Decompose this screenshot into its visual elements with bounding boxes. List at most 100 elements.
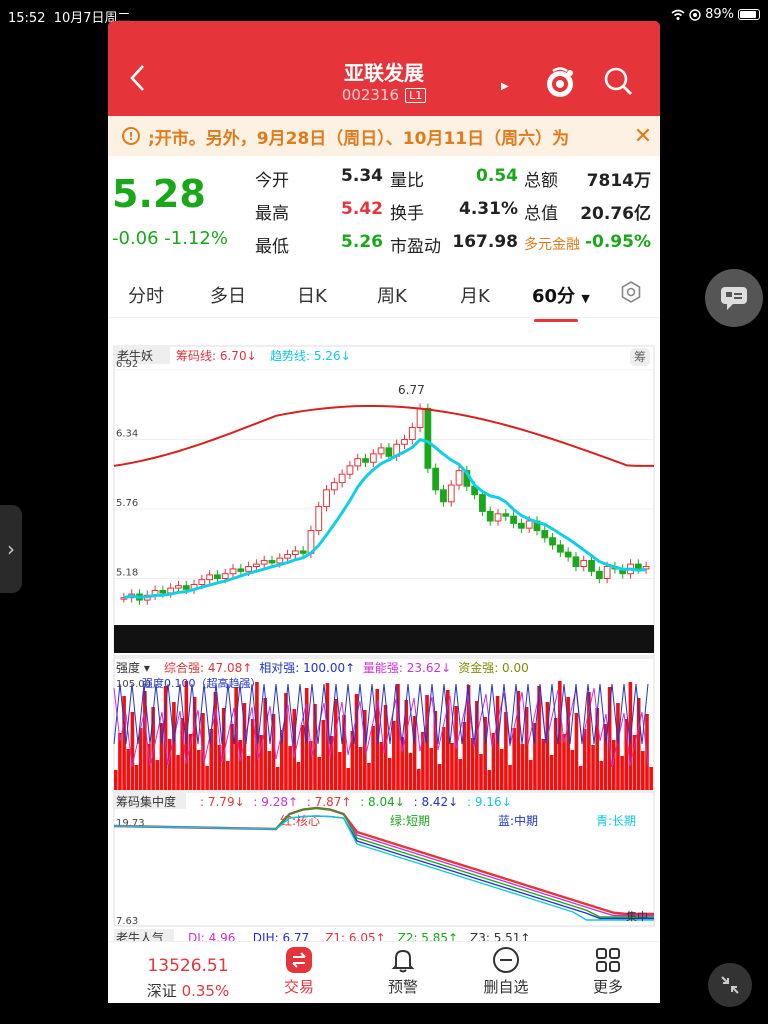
tab-weekly-k[interactable]: 周K bbox=[377, 282, 407, 308]
play-triangle-icon[interactable]: ▶ bbox=[501, 81, 509, 92]
candle-body bbox=[408, 427, 416, 441]
kline-chart[interactable]: 老牛妖 筹码线: 6.70↓ 趋势线: 5.26↓ 筹6.926.345.765.18… bbox=[108, 318, 660, 958]
candle-body bbox=[159, 589, 167, 594]
strength-bar bbox=[338, 752, 342, 790]
candle-body bbox=[198, 579, 206, 585]
strength-bar bbox=[582, 729, 587, 790]
battery-icon bbox=[738, 9, 760, 20]
strength-bar bbox=[151, 707, 155, 790]
tab-multi-day[interactable]: 多日 bbox=[210, 282, 246, 308]
header: 亚联发展 002316 L1 ▶ bbox=[108, 21, 660, 116]
strength-bar bbox=[520, 744, 525, 790]
strength-bar bbox=[421, 732, 425, 790]
robot-assistant-icon[interactable] bbox=[543, 65, 577, 99]
candle-body bbox=[634, 563, 642, 570]
candle-body bbox=[416, 407, 424, 429]
candle-body bbox=[455, 470, 463, 486]
quote-value: 4.31% bbox=[459, 199, 518, 219]
y-tick-label: 7.63 bbox=[116, 916, 138, 927]
info-icon: ! bbox=[122, 127, 140, 145]
nav-alert[interactable]: 预警 bbox=[363, 946, 443, 997]
minus-circle-icon bbox=[493, 947, 519, 973]
nav-more[interactable]: 更多 bbox=[568, 946, 648, 997]
strength-bar bbox=[155, 760, 160, 790]
y-tick-label: 6.34 bbox=[116, 429, 138, 440]
index-name-change: 深证 0.35% bbox=[146, 982, 230, 1000]
legend-text: : 7.87↑ bbox=[307, 795, 352, 809]
strength-bar bbox=[176, 755, 180, 790]
strength-bar bbox=[379, 742, 384, 790]
candle-body bbox=[525, 520, 533, 529]
tab-intraday[interactable]: 分时 bbox=[128, 282, 164, 308]
quote-label: 今开 bbox=[255, 171, 289, 191]
strength-bar bbox=[541, 739, 546, 790]
strength-bar bbox=[197, 750, 201, 790]
index-value: 13526.51 bbox=[147, 956, 229, 976]
index-quote[interactable]: 13526.51 深证 0.35% bbox=[128, 956, 248, 1001]
strength-bar bbox=[574, 713, 579, 790]
main-panel-frame bbox=[113, 345, 655, 657]
stock-code: 002316 bbox=[341, 86, 400, 104]
price-change: -0.06 -1.12% bbox=[112, 228, 228, 249]
strength-bar bbox=[529, 760, 533, 790]
strength-bar bbox=[130, 712, 135, 790]
candle-body bbox=[440, 489, 447, 503]
collapse-window-icon[interactable] bbox=[708, 963, 752, 1007]
strength-bar bbox=[512, 728, 516, 790]
strength-bar bbox=[118, 733, 122, 790]
candle-body bbox=[276, 557, 284, 564]
candle-body bbox=[549, 537, 556, 546]
battery-percent: 89% bbox=[705, 7, 734, 22]
search-icon[interactable] bbox=[602, 65, 634, 97]
quote-label: 换手 bbox=[390, 204, 424, 224]
strength-bar bbox=[317, 757, 321, 790]
quote-label: 总额 bbox=[524, 171, 558, 191]
quote-value: 0.54 bbox=[476, 166, 518, 186]
candle-body bbox=[245, 566, 253, 572]
candle-body bbox=[369, 453, 377, 463]
quote-panel: 5.28 -0.06 -1.12% 今开 5.34 量比 0.54 总额 7814万 最高 5… bbox=[108, 156, 660, 266]
quote-label: 总值 bbox=[524, 204, 558, 224]
tab-monthly-k[interactable]: 月K bbox=[460, 282, 490, 308]
strength-bar bbox=[416, 769, 421, 790]
candle-body bbox=[486, 510, 494, 522]
strength-bar bbox=[508, 765, 512, 790]
strength-bar bbox=[441, 727, 446, 790]
trade-icon bbox=[286, 947, 312, 973]
notice-banner[interactable]: ! ;开市。另外，9月28日（周日）、10月11日（周六）为 ✕ bbox=[108, 116, 660, 156]
strength-bar bbox=[358, 747, 363, 790]
candle-body bbox=[253, 563, 260, 568]
candle-body bbox=[330, 482, 338, 491]
candle-body bbox=[572, 556, 580, 568]
strength-bar bbox=[114, 770, 118, 790]
candle-body bbox=[385, 447, 393, 457]
concentration-label: 蓝:中期 bbox=[498, 813, 538, 828]
legend-text: 相对强: 100.00↑ bbox=[259, 661, 355, 675]
strength-bar bbox=[458, 759, 463, 790]
nav-remove-watchlist[interactable]: 删自选 bbox=[466, 946, 546, 997]
candle-body bbox=[346, 465, 354, 475]
nav-trade[interactable]: 交易 bbox=[259, 946, 339, 997]
wifi-icon bbox=[671, 9, 685, 20]
tab-60min[interactable]: 60分 ▼ bbox=[532, 282, 590, 322]
candle-body bbox=[502, 513, 510, 517]
legend-text: : 7.79↓ bbox=[200, 795, 245, 809]
strength-bar bbox=[288, 746, 292, 790]
strength-bar bbox=[429, 748, 433, 790]
location-icon bbox=[689, 8, 701, 21]
y-tick-label: 5.76 bbox=[116, 498, 138, 509]
settings-gear-icon[interactable] bbox=[619, 280, 643, 304]
candle-body bbox=[323, 489, 330, 508]
candle-body bbox=[221, 573, 229, 579]
legend-text: 综合强: 47.08↑ bbox=[164, 660, 252, 675]
close-icon[interactable]: ✕ bbox=[626, 124, 660, 149]
strength-bar bbox=[259, 735, 263, 790]
strength-indicator: 强度 ▾ bbox=[116, 660, 150, 675]
strength-bar bbox=[226, 761, 230, 790]
candle-body bbox=[377, 447, 385, 455]
strength-bar bbox=[487, 770, 492, 790]
tab-daily-k[interactable]: 日K bbox=[297, 282, 327, 308]
side-drawer-handle[interactable]: › bbox=[0, 505, 22, 593]
chat-icon[interactable] bbox=[705, 269, 763, 327]
level-badge: L1 bbox=[405, 87, 427, 103]
